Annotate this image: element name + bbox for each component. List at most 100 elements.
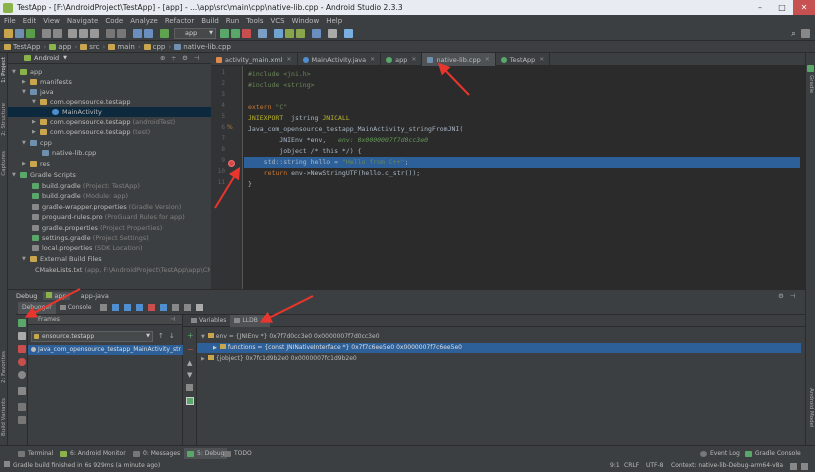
tree-item-build-gradle-module[interactable]: build.gradle (Module: app)	[32, 191, 128, 201]
project-view-select[interactable]: Android	[34, 54, 59, 62]
tree-item-package-test[interactable]: ▶ com.opensource.testapp (test)	[32, 127, 150, 137]
tool-gradle-console[interactable]: Gradle Console	[745, 448, 801, 459]
redo-icon[interactable]	[53, 29, 62, 38]
code-line[interactable]: }	[248, 179, 252, 190]
frame-row[interactable]: Java_com_opensource_testapp_MainActivity…	[28, 345, 183, 355]
tab-lldb[interactable]: LLDB ⇲	[230, 314, 270, 327]
tab-variables[interactable]: Variables	[187, 315, 230, 327]
run-config-select[interactable]: app ▼	[174, 28, 216, 39]
avd-manager-icon[interactable]	[274, 29, 283, 38]
tab-console[interactable]: Console	[56, 302, 96, 314]
close-tab-icon[interactable]: ✕	[539, 56, 544, 63]
close-tab-icon[interactable]: ✕	[370, 56, 375, 63]
tree-item-external-build-files[interactable]: ▼ External Build Files	[22, 254, 102, 264]
inspector-icon[interactable]	[801, 463, 808, 470]
tree-item-gradle-wrapper[interactable]: gradle-wrapper.properties (Gradle Versio…	[32, 202, 181, 212]
resume-icon[interactable]	[18, 319, 26, 327]
collapse-all-icon[interactable]: ÷	[171, 54, 176, 62]
code-line[interactable]: return env->NewStringUTF(hello.c_str());	[248, 168, 421, 179]
step-into-icon[interactable]	[135, 304, 143, 311]
menu-view[interactable]: View	[43, 17, 60, 25]
close-tab-icon[interactable]: ✕	[485, 56, 490, 63]
tree-item-manifests[interactable]: ▶ manifests	[22, 77, 72, 87]
tree-item-mainactivity[interactable]: MainActivity	[8, 107, 211, 117]
close-tab-icon[interactable]: ✕	[287, 56, 292, 63]
menu-vcs[interactable]: VCS	[270, 17, 284, 25]
find-icon[interactable]	[106, 29, 115, 38]
debug-icon[interactable]	[231, 29, 240, 38]
add-watch-icon[interactable]: +	[187, 331, 194, 340]
get-thread-dump-icon[interactable]	[18, 387, 26, 395]
code-line[interactable]: Java_com_opensource_testapp_MainActivity…	[248, 124, 463, 135]
code-line[interactable]: JNIEXPORT jstring JNICALL	[248, 113, 350, 124]
search-everywhere-icon[interactable]: ⌕	[789, 29, 798, 38]
var-row-env[interactable]: ▼ env = {JNIEnv *} 0x7f7d0cc3e0 0x0000007…	[201, 332, 380, 342]
editor-gutter[interactable]: 1 2 3 4 5 6 7 8 9 10 11 %	[211, 66, 243, 289]
tab-testapp[interactable]: TestApp ✕	[496, 53, 551, 66]
undo-icon[interactable]	[42, 29, 51, 38]
tree-item-cmakelists[interactable]: CMakeLists.txt (app, F:\AndroidProject\T…	[32, 265, 210, 275]
code-line[interactable]: JNIEnv *env, env: 0x0000007f7d0cc3e0	[248, 135, 428, 146]
pause-icon[interactable]	[18, 332, 26, 340]
menu-refactor[interactable]: Refactor	[165, 17, 194, 25]
breakpoint-icon[interactable]	[228, 160, 235, 167]
breadcrumb-item[interactable]: main ›	[108, 43, 141, 51]
var-row-jobject[interactable]: ▶ {jobject} 0x7fc1d9b2e0 0x0000007fc1d9b2…	[201, 354, 357, 364]
make-project-icon[interactable]	[160, 29, 169, 38]
stop-debug-icon[interactable]	[18, 345, 26, 353]
pin-tab-icon[interactable]: ⇲	[261, 317, 266, 324]
menu-code[interactable]: Code	[105, 17, 123, 25]
thread-select[interactable]: ensource.testapp ▼	[31, 331, 153, 342]
favorites-tool-tab[interactable]: 2: Favorites	[1, 351, 7, 383]
breadcrumb-item[interactable]: native-lib.cpp	[174, 43, 231, 51]
event-icon[interactable]	[801, 29, 810, 38]
gradle-sync-icon[interactable]	[312, 29, 321, 38]
menu-help[interactable]: Help	[326, 17, 342, 25]
tool-event-log[interactable]: Event Log	[700, 448, 740, 459]
help-icon[interactable]	[344, 29, 353, 38]
var-row-functions[interactable]: ▶ functions = {const JNINativeInterface *…	[197, 343, 801, 353]
profile-icon[interactable]	[328, 29, 337, 38]
copy-icon[interactable]	[79, 29, 88, 38]
debug-session-tab-app-java[interactable]: app-java	[78, 292, 112, 300]
hide-panel-icon[interactable]: ⊣	[790, 292, 796, 300]
menu-build[interactable]: Build	[201, 17, 219, 25]
open-icon[interactable]	[4, 29, 13, 38]
structure-tool-tab[interactable]: 2: Structure	[1, 103, 7, 136]
jni-method-icon[interactable]: %	[227, 124, 233, 131]
tab-native-lib[interactable]: native-lib.cpp ✕	[422, 53, 496, 66]
attach-debugger-icon[interactable]	[258, 29, 267, 38]
run-to-cursor-icon[interactable]	[171, 304, 179, 311]
run-icon[interactable]	[220, 29, 229, 38]
code-line[interactable]: extern "C"	[248, 102, 287, 113]
sdk-manager-icon[interactable]	[285, 29, 294, 38]
sync-icon[interactable]	[26, 29, 35, 38]
tool-messages[interactable]: 0: Messages	[133, 448, 180, 459]
code-line[interactable]: std::string hello = "Hello from C++";	[248, 157, 409, 168]
paste-icon[interactable]	[90, 29, 99, 38]
gradle-tool-tab[interactable]: Gradle	[808, 75, 814, 93]
arrow-down-icon[interactable]: ↓	[169, 332, 175, 340]
force-step-into-icon[interactable]	[147, 304, 155, 311]
show-execution-point-icon[interactable]	[111, 304, 119, 311]
menu-file[interactable]: File	[4, 17, 16, 25]
hide-panel-icon[interactable]: ⊣	[194, 54, 200, 62]
stop-icon[interactable]	[242, 29, 251, 38]
tool-terminal[interactable]: Terminal	[18, 448, 53, 459]
breadcrumb-item[interactable]: app ›	[49, 43, 77, 51]
tree-item-package[interactable]: ▼ com.opensource.testapp	[32, 97, 131, 107]
android-model-tool-tab[interactable]: Android Model	[808, 388, 814, 428]
build-variants-tool-tab[interactable]: Build Variants	[1, 398, 7, 436]
line-separator[interactable]: CRLF	[624, 461, 639, 471]
pin-icon[interactable]	[18, 416, 26, 424]
tree-item-java[interactable]: ▼ java	[22, 87, 54, 97]
tab-debugger[interactable]: Debugger	[18, 301, 56, 314]
breadcrumb-item[interactable]: src ›	[80, 43, 105, 51]
watches-toggle-icon[interactable]	[186, 397, 194, 405]
layout-icon[interactable]	[99, 304, 107, 311]
copy-icon[interactable]	[186, 384, 193, 391]
tree-item-res[interactable]: ▶ res	[22, 159, 50, 169]
tree-item-native-lib[interactable]: native-lib.cpp	[42, 148, 96, 158]
mute-breakpoints-icon[interactable]	[18, 371, 26, 379]
view-breakpoints-icon[interactable]	[18, 358, 26, 366]
